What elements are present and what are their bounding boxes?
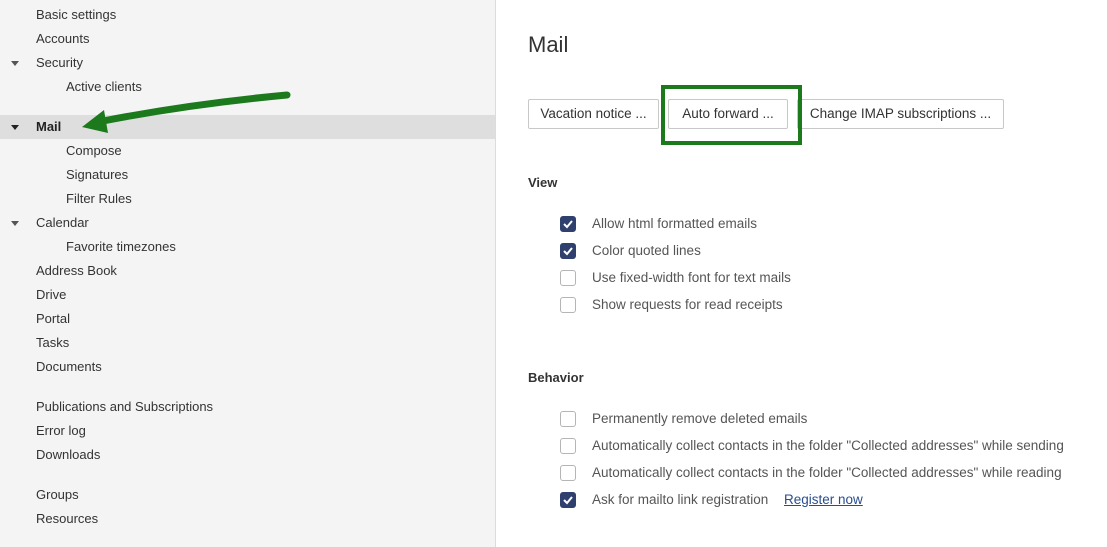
sidebar-item-portal[interactable]: Portal (0, 307, 495, 331)
sidebar-item-favorite-timezones[interactable]: Favorite timezones (0, 235, 495, 259)
sidebar-item-label: Error log (36, 423, 86, 438)
sidebar-item-error-log[interactable]: Error log (0, 419, 495, 443)
sidebar-item-label: Resources (36, 511, 99, 526)
checkbox-unchecked[interactable] (560, 465, 576, 481)
sidebar-item-signatures[interactable]: Signatures (0, 163, 495, 187)
checkbox-unchecked[interactable] (560, 297, 576, 313)
change-imap-subscriptions-button[interactable]: Change IMAP subscriptions ... (797, 99, 1004, 129)
mail-settings-panel: Mail Vacation notice ... Auto forward ..… (496, 0, 1107, 547)
sidebar-item-label: Calendar (36, 215, 89, 230)
auto-forward-button[interactable]: Auto forward ... (668, 99, 788, 129)
sidebar-item-label: Favorite timezones (66, 239, 176, 254)
sidebar-item-label: Compose (66, 143, 122, 158)
option-label: Use fixed-width font for text mails (592, 270, 791, 285)
sidebar-item-label: Accounts (36, 31, 90, 46)
sidebar-item-documents[interactable]: Documents (0, 355, 495, 379)
sidebar-item-label: Mail (36, 119, 62, 134)
sidebar-item-address-book[interactable]: Address Book (0, 259, 495, 283)
checkmark-icon (563, 220, 573, 229)
sidebar-item-active-clients[interactable]: Active clients (0, 75, 495, 99)
sidebar-item-label: Portal (36, 311, 70, 326)
settings-app: Basic settings Accounts Security Active … (0, 0, 1107, 547)
sidebar-item-accounts[interactable]: Accounts (0, 27, 495, 51)
checkbox-checked[interactable] (560, 216, 576, 232)
sidebar-item-label: Active clients (66, 79, 142, 94)
page-title: Mail (528, 32, 569, 57)
sidebar-item-label: Drive (36, 287, 67, 302)
sidebar-item-calendar[interactable]: Calendar (0, 211, 495, 235)
option-label: Color quoted lines (592, 243, 701, 258)
sidebar-item-basic-settings[interactable]: Basic settings (0, 3, 495, 27)
sidebar-item-label: Filter Rules (66, 191, 132, 206)
sidebar-item-filter-rules[interactable]: Filter Rules (0, 187, 495, 211)
register-now-link[interactable]: Register now (784, 491, 863, 509)
sidebar-item-groups[interactable]: Groups (0, 483, 495, 507)
sidebar-item-label: Groups (36, 487, 79, 502)
view-section-title: View (528, 175, 558, 190)
sidebar-item-drive[interactable]: Drive (0, 283, 495, 307)
option-label: Allow html formatted emails (592, 216, 758, 231)
sidebar-item-label: Signatures (66, 167, 129, 182)
checkbox-checked[interactable] (560, 243, 576, 259)
checkbox-unchecked[interactable] (560, 270, 576, 286)
checkbox-checked[interactable] (560, 492, 576, 508)
sidebar-item-publications[interactable]: Publications and Subscriptions (0, 395, 495, 419)
checkmark-icon (563, 496, 573, 505)
sidebar-item-tasks[interactable]: Tasks (0, 331, 495, 355)
option-label: Automatically collect contacts in the fo… (592, 438, 1064, 453)
caret-down-icon[interactable] (11, 61, 19, 66)
checkbox-unchecked[interactable] (560, 411, 576, 427)
sidebar-item-label: Documents (36, 359, 102, 374)
option-label: Automatically collect contacts in the fo… (592, 465, 1062, 480)
option-label: Ask for mailto link registration (592, 492, 769, 507)
sidebar-item-downloads[interactable]: Downloads (0, 443, 495, 467)
sidebar-item-mail[interactable]: Mail (0, 115, 495, 139)
caret-down-icon[interactable] (11, 125, 19, 130)
sidebar-item-resources[interactable]: Resources (0, 507, 495, 531)
sidebar-item-label: Publications and Subscriptions (36, 399, 214, 414)
checkmark-icon (563, 247, 573, 256)
sidebar-item-security[interactable]: Security (0, 51, 495, 75)
settings-sidebar: Basic settings Accounts Security Active … (0, 0, 496, 547)
sidebar-item-label: Security (36, 55, 83, 70)
sidebar-item-label: Downloads (36, 447, 101, 462)
sidebar-item-label: Address Book (36, 263, 117, 278)
sidebar-item-compose[interactable]: Compose (0, 139, 495, 163)
option-label: Permanently remove deleted emails (592, 411, 808, 426)
sidebar-item-label: Tasks (36, 335, 70, 350)
checkbox-unchecked[interactable] (560, 438, 576, 454)
behavior-section-title: Behavior (528, 370, 584, 385)
vacation-notice-button[interactable]: Vacation notice ... (528, 99, 659, 129)
option-label: Show requests for read receipts (592, 297, 783, 312)
caret-down-icon[interactable] (11, 221, 19, 226)
sidebar-item-label: Basic settings (36, 7, 117, 22)
